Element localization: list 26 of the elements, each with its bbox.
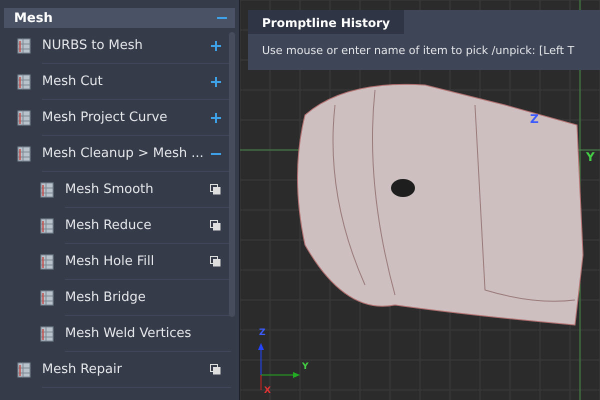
copy-icon[interactable] [210, 220, 221, 231]
axis-label: Z [259, 328, 266, 338]
prompt-text: Use mouse or enter name of item to pick /unpick: [Left T [261, 43, 576, 57]
tool-list-item[interactable]: Mesh Cut [0, 64, 239, 99]
tool-list-item[interactable]: Mesh Smooth [0, 172, 239, 207]
copy-icon[interactable] [210, 256, 221, 267]
tool-list-item[interactable]: Mesh Hole Fill [0, 244, 239, 279]
tool-list-item[interactable]: Mesh Reduce [0, 208, 239, 243]
tool-list-item[interactable]: NURBS to Mesh [0, 28, 239, 63]
tool-list-item[interactable]: Mesh Bridge [0, 280, 239, 315]
plus-icon[interactable] [211, 112, 221, 122]
copy-icon[interactable] [210, 184, 221, 195]
3d-viewport[interactable]: Promptline History Use mouse or enter name of item to pick /unpick: [Left T Z Y Z Y X [240, 0, 600, 400]
tool-list-item[interactable]: Mesh Weld Vertices [0, 316, 239, 351]
plus-icon[interactable] [211, 40, 221, 50]
tool-list-item[interactable]: Mesh Project Curve [0, 100, 239, 135]
tool-list-item[interactable]: Mesh Repair [0, 352, 239, 387]
tool-list-item[interactable]: Mesh Cleanup > Mesh ... [0, 136, 239, 171]
copy-icon[interactable] [210, 364, 221, 375]
plus-icon[interactable] [211, 76, 221, 86]
axis-label: X [264, 386, 271, 396]
panel-tab[interactable]: Promptline History [248, 10, 404, 34]
axis-label: Y [586, 150, 595, 164]
section-header[interactable]: Mesh [4, 8, 235, 28]
axis-label: Y [302, 362, 309, 372]
axis-label: Z [530, 112, 539, 126]
